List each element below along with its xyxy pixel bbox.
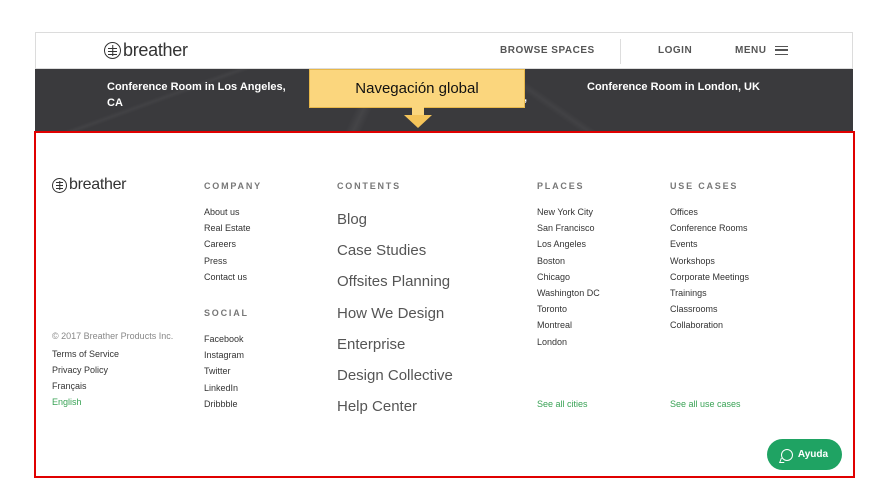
featured-room-los-angeles[interactable]: Conference Room in Los Angeles, CA — [107, 79, 286, 111]
room-title-line: CA — [107, 97, 123, 109]
footer-link[interactable]: Press — [204, 253, 251, 269]
footer-link[interactable]: Real Estate — [204, 220, 251, 236]
footer-link[interactable]: Conference Rooms — [670, 220, 749, 236]
annotation-arrow-icon — [404, 107, 432, 129]
breather-tree-icon — [52, 177, 67, 193]
places-links: New York City San Francisco Los Angeles … — [537, 204, 600, 350]
footer-link[interactable]: Boston — [537, 253, 600, 269]
footer-link[interactable]: Toronto — [537, 301, 600, 317]
footer-link[interactable]: Case Studies — [337, 235, 453, 266]
footer-link[interactable]: Events — [670, 236, 749, 252]
browse-spaces-link[interactable]: BROWSE SPACES — [500, 45, 595, 56]
footer-link[interactable]: Twitter — [204, 363, 244, 379]
footer-link[interactable]: Montreal — [537, 317, 600, 333]
footer-link[interactable]: About us — [204, 204, 251, 220]
use-cases-heading: USE CASES — [670, 181, 739, 191]
footer-link[interactable]: Instagram — [204, 347, 244, 363]
breather-logo[interactable]: breather — [104, 40, 188, 61]
footer-link[interactable]: Facebook — [204, 331, 244, 347]
footer-breather-logo[interactable]: breather — [52, 176, 127, 194]
language-francais-link[interactable]: Français — [52, 378, 119, 394]
menu-link[interactable]: MENU — [735, 45, 766, 56]
footer-link[interactable]: San Francisco — [537, 220, 600, 236]
footer-link[interactable]: Contact us — [204, 269, 251, 285]
see-all-use-cases-link[interactable]: See all use cases — [670, 399, 741, 409]
footer-link[interactable]: New York City — [537, 204, 600, 220]
annotation-callout: Navegación global — [309, 69, 525, 108]
terms-of-service-link[interactable]: Terms of Service — [52, 346, 119, 362]
footer-link[interactable]: Design Collective — [337, 360, 453, 391]
chat-bubble-icon — [780, 448, 793, 461]
room-title-line: Conference Room in London, UK — [587, 81, 760, 93]
nav-divider — [620, 39, 621, 64]
login-link[interactable]: LOGIN — [658, 45, 692, 56]
copyright-text: © 2017 Breather Products Inc. — [52, 331, 174, 341]
footer-link[interactable]: Dribbble — [204, 396, 244, 412]
footer-link[interactable]: Blog — [337, 204, 453, 235]
contents-heading: CONTENTS — [337, 181, 401, 191]
language-english-link[interactable]: English — [52, 394, 119, 410]
see-all-cities-link[interactable]: See all cities — [537, 399, 588, 409]
breather-tree-icon — [104, 42, 121, 59]
room-title-line: Conference Room in Los Angeles, — [107, 81, 286, 93]
social-heading: SOCIAL — [204, 308, 249, 318]
footer-link[interactable]: Trainings — [670, 285, 749, 301]
footer-link[interactable]: Washington DC — [537, 285, 600, 301]
footer-link[interactable]: LinkedIn — [204, 380, 244, 396]
company-heading: COMPANY — [204, 181, 262, 191]
help-button[interactable]: Ayuda — [767, 439, 842, 470]
company-links: About us Real Estate Careers Press Conta… — [204, 204, 251, 285]
privacy-policy-link[interactable]: Privacy Policy — [52, 362, 119, 378]
footer-link[interactable]: London — [537, 334, 600, 350]
footer-link[interactable]: Enterprise — [337, 329, 453, 360]
footer-link[interactable]: Classrooms — [670, 301, 749, 317]
footer-link[interactable]: Careers — [204, 236, 251, 252]
hamburger-menu-icon[interactable] — [775, 46, 788, 55]
top-navigation-bar: breather BROWSE SPACES LOGIN MENU — [35, 32, 853, 69]
places-heading: PLACES — [537, 181, 585, 191]
footer-link[interactable]: Offices — [670, 204, 749, 220]
featured-room-london[interactable]: Conference Room in London, UK — [587, 79, 760, 95]
social-links: Facebook Instagram Twitter LinkedIn Drib… — [204, 331, 244, 412]
footer-link[interactable]: Offsites Planning — [337, 266, 453, 297]
footer-link[interactable]: Help Center — [337, 391, 453, 422]
contents-links: Blog Case Studies Offsites Planning How … — [337, 204, 453, 422]
legal-and-language-links: Terms of Service Privacy Policy Français… — [52, 346, 119, 410]
footer-link[interactable]: Collaboration — [670, 317, 749, 333]
logo-wordmark: breather — [123, 40, 188, 60]
help-button-label: Ayuda — [797, 449, 829, 460]
footer-link[interactable]: Los Angeles — [537, 236, 600, 252]
footer-link[interactable]: Chicago — [537, 269, 600, 285]
footer-link[interactable]: Corporate Meetings — [670, 269, 749, 285]
footer-link[interactable]: How We Design — [337, 298, 453, 329]
logo-wordmark: breather — [69, 176, 127, 193]
footer-link[interactable]: Workshops — [670, 253, 749, 269]
use-cases-links: Offices Conference Rooms Events Workshop… — [670, 204, 749, 334]
